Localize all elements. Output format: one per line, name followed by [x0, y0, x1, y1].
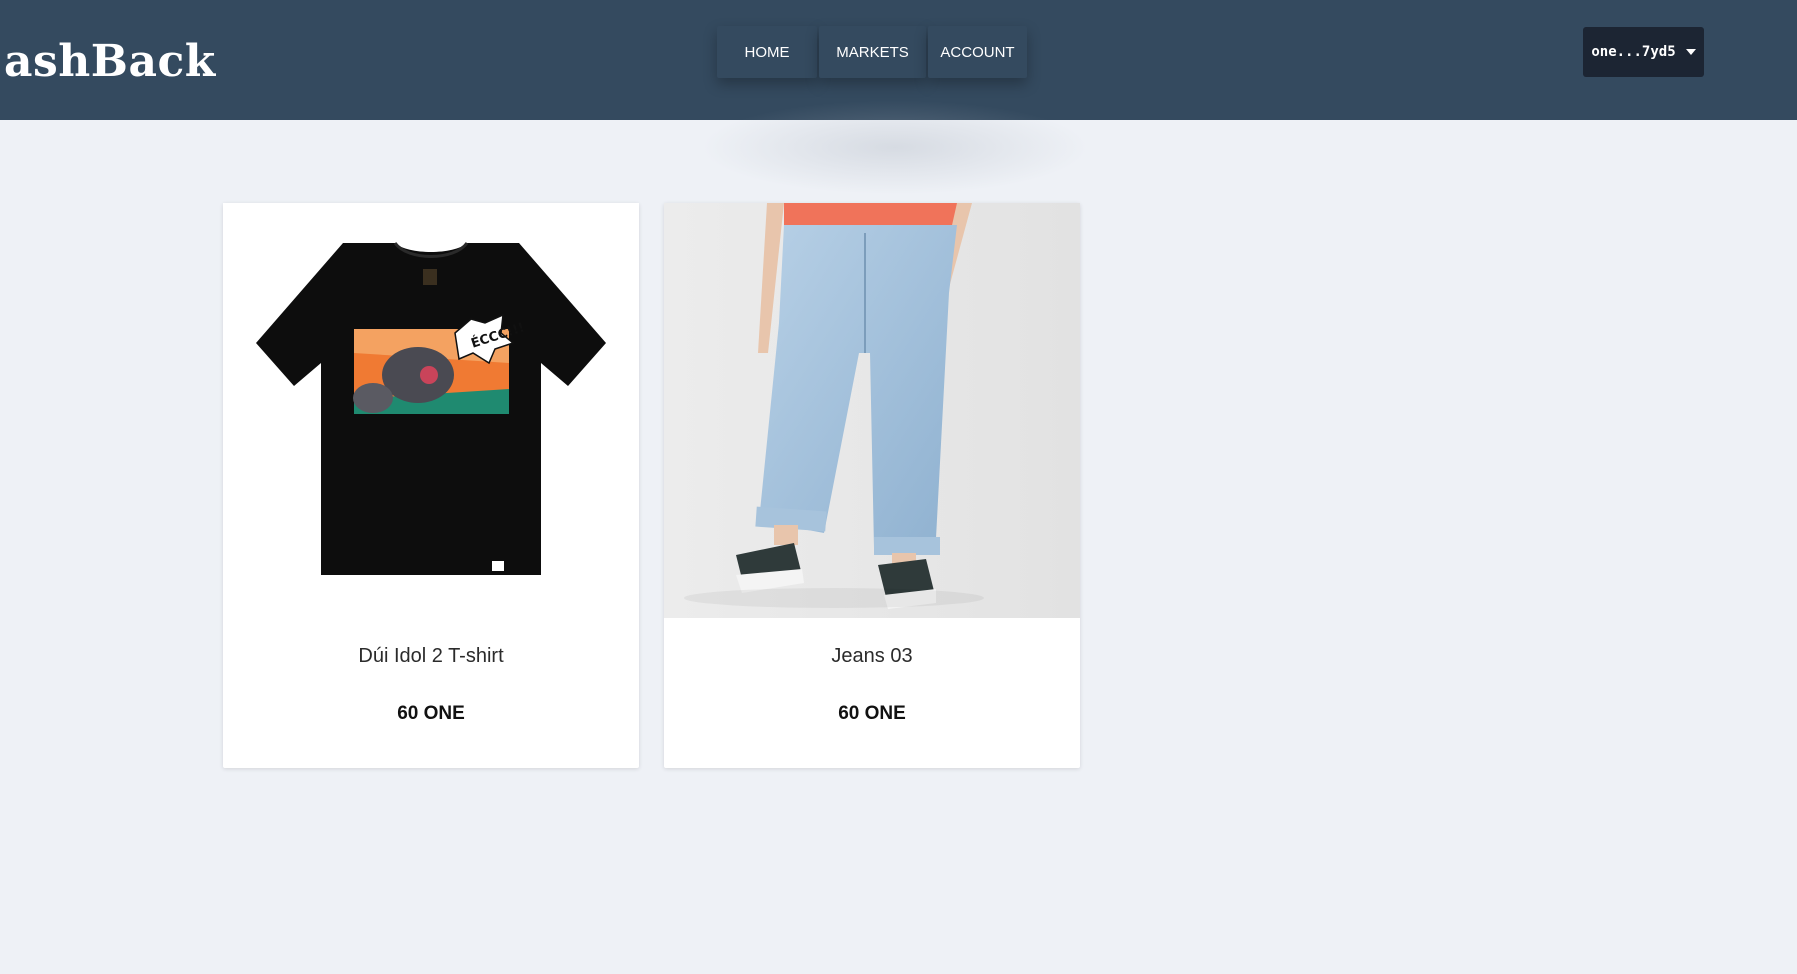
- product-price: 60 ONE: [397, 703, 465, 724]
- cashback-logo[interactable]: ashBack: [4, 34, 215, 90]
- main-nav: HOME MARKETS ACCOUNT: [717, 26, 1027, 78]
- top-header: ashBack HOME MARKETS ACCOUNT one...7yd5: [0, 0, 1797, 120]
- black-tshirt-image: ÉCCC!!!: [223, 203, 639, 618]
- nav-account-button[interactable]: ACCOUNT: [928, 26, 1027, 78]
- product-name: Jeans 03: [831, 645, 913, 667]
- product-name: Dúi Idol 2 T-shirt: [358, 645, 504, 667]
- product-card-jeans[interactable]: Jeans 03 60 ONE: [664, 203, 1080, 768]
- product-card-tshirt[interactable]: ÉCCC!!! Dúi Idol 2 T-shirt 60 ONE: [223, 203, 639, 768]
- caret-down-icon: [1685, 49, 1696, 55]
- light-blue-jeans-image: [664, 203, 1080, 618]
- logo-text: ashBack: [4, 36, 216, 87]
- nav-markets-button[interactable]: MARKETS: [819, 26, 926, 78]
- wallet-dropdown[interactable]: one...7yd5: [1583, 27, 1704, 77]
- product-price: 60 ONE: [838, 703, 906, 724]
- nav-home-button[interactable]: HOME: [717, 26, 817, 78]
- wallet-address: one...7yd5: [1591, 44, 1676, 60]
